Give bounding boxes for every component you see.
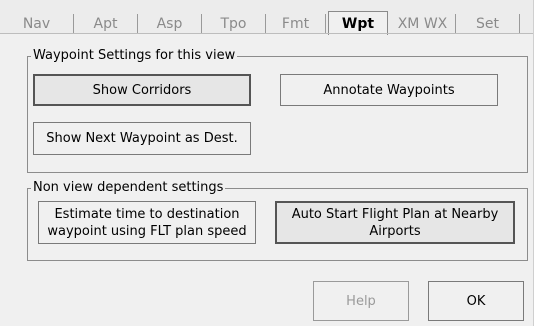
annotate-waypoints-button[interactable]: Annotate Waypoints	[280, 74, 498, 106]
ok-label: OK	[466, 293, 486, 309]
estimate-time-button[interactable]: Estimate time to destination waypoint us…	[38, 201, 256, 244]
auto-start-flight-plan-button[interactable]: Auto Start Flight Plan at Nearby Airport…	[275, 201, 515, 244]
show-corridors-button[interactable]: Show Corridors	[33, 74, 251, 106]
tab-baseline	[0, 33, 534, 34]
annotate-waypoints-label: Annotate Waypoints	[323, 82, 455, 98]
auto-start-label-line1: Auto Start Flight Plan at Nearby	[291, 206, 499, 222]
help-button[interactable]: Help	[313, 281, 409, 321]
show-corridors-label: Show Corridors	[92, 82, 192, 98]
tab-asp[interactable]: Asp	[138, 14, 202, 34]
tab-apt[interactable]: Apt	[74, 14, 138, 34]
help-label: Help	[346, 293, 376, 309]
estimate-time-label-line1: Estimate time to destination	[54, 206, 240, 222]
tab-bar: Nav Apt Asp Tpo Fmt Wpt XM WX Set	[0, 0, 534, 35]
ok-button[interactable]: OK	[428, 281, 524, 321]
show-next-waypoint-label: Show Next Waypoint as Dest.	[46, 131, 238, 146]
tab-nav[interactable]: Nav	[0, 14, 74, 34]
tab-set[interactable]: Set	[456, 14, 520, 34]
waypoint-settings-legend: Waypoint Settings for this view	[31, 47, 238, 65]
estimate-time-label-line2: waypoint using FLT plan speed	[47, 223, 247, 239]
tab-wpt[interactable]: Wpt	[328, 11, 388, 35]
auto-start-label-line2: Airports	[369, 223, 421, 239]
tab-tpo[interactable]: Tpo	[202, 14, 266, 34]
non-view-settings-legend: Non view dependent settings	[31, 179, 226, 197]
tab-fmt[interactable]: Fmt	[266, 14, 326, 34]
show-next-waypoint-button[interactable]: Show Next Waypoint as Dest.	[33, 122, 251, 155]
tab-xm-wx[interactable]: XM WX	[390, 14, 456, 34]
